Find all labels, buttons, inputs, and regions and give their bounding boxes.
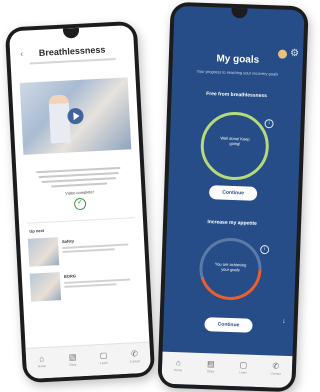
text-line xyxy=(62,243,129,249)
nav-home[interactable]: ⌂ Home xyxy=(26,347,59,379)
home-icon: ⌂ xyxy=(175,358,182,368)
text-line xyxy=(51,182,107,188)
nav-learn[interactable]: ▢ Learn xyxy=(226,354,260,387)
page-subtitle: Your progress to reaching your recovery … xyxy=(196,68,279,77)
nav-contact[interactable]: ✆ Contact xyxy=(118,343,151,375)
left-header: Breathlessness xyxy=(10,43,135,65)
contact-icon: ✆ xyxy=(272,361,280,371)
check-icon: ✓ xyxy=(73,197,87,211)
text-line xyxy=(62,248,115,253)
diary-icon: ▤ xyxy=(206,359,215,369)
item-name: Safety xyxy=(61,238,75,244)
divider xyxy=(27,217,135,224)
nav-label: Diary xyxy=(207,369,215,374)
continue-button[interactable]: Continue xyxy=(208,185,258,201)
nav-label: Contact xyxy=(270,371,281,376)
goal-title: Free from breathlessness xyxy=(206,91,268,100)
info-icon[interactable]: i xyxy=(264,119,274,129)
gear-icon[interactable]: ⚙ xyxy=(290,48,299,59)
check-glyph: ✓ xyxy=(76,198,84,207)
info-icon[interactable]: i xyxy=(260,244,270,255)
nav-label: Home xyxy=(37,364,47,369)
camera-notch xyxy=(231,7,248,19)
left-screen: ‹ Breathlessness Video complete! ✓ Up ne… xyxy=(8,24,152,380)
right-screen: My goals ⚙ Your progress to reaching you… xyxy=(161,5,305,389)
contact-icon: ✆ xyxy=(130,349,139,359)
nav-label: Learn xyxy=(239,370,248,375)
text-line xyxy=(64,283,117,288)
video-player[interactable] xyxy=(19,77,132,155)
nav-label: Home xyxy=(174,368,183,373)
up-next-label: Up next xyxy=(29,227,45,234)
goal-ring-text: You are achieving your goals xyxy=(214,261,247,273)
diary-icon: ▤ xyxy=(68,352,77,362)
nav-home[interactable]: ⌂ Home xyxy=(161,352,195,385)
goal-title: Increase my appetite xyxy=(207,219,257,227)
up-next-item[interactable]: Safety xyxy=(27,233,138,271)
learn-icon: ▢ xyxy=(99,350,108,361)
nav-diary[interactable]: ▤ Diary xyxy=(194,353,228,386)
video-thumbnail xyxy=(29,272,62,302)
nav-label: Learn xyxy=(100,360,108,366)
nav-diary[interactable]: ▤ Diary xyxy=(57,346,90,378)
bottom-nav: ⌂ Home ▤ Diary ▢ Learn ✆ Contact xyxy=(161,351,293,389)
learn-icon: ▢ xyxy=(239,360,248,370)
video-thumbnail xyxy=(27,237,60,267)
video-description xyxy=(32,164,125,192)
play-icon[interactable] xyxy=(67,107,84,125)
home-icon: ⌂ xyxy=(38,354,45,364)
text-line xyxy=(64,278,131,284)
nav-learn[interactable]: ▢ Learn xyxy=(88,344,121,376)
right-phone: My goals ⚙ Your progress to reaching you… xyxy=(157,1,309,392)
nav-label: Diary xyxy=(69,362,77,367)
arrow-down-icon[interactable]: ↓ xyxy=(282,318,286,325)
continue-button[interactable]: Continue xyxy=(204,317,253,333)
left-phone: ‹ Breathlessness Video complete! ✓ Up ne… xyxy=(4,20,156,384)
subtitle-placeholder xyxy=(29,57,117,65)
nav-contact[interactable]: ✆ Contact xyxy=(259,355,293,388)
camera-notch xyxy=(62,27,80,39)
bottom-nav: ⌂ Home ▤ Diary ▢ Learn ✆ Contact xyxy=(25,341,152,380)
nav-label: Contact xyxy=(129,359,141,364)
up-next-item[interactable]: BORG xyxy=(29,268,140,306)
item-name: BORG xyxy=(63,273,76,279)
goal-ring-text: Well done! Keep going! xyxy=(220,135,250,147)
